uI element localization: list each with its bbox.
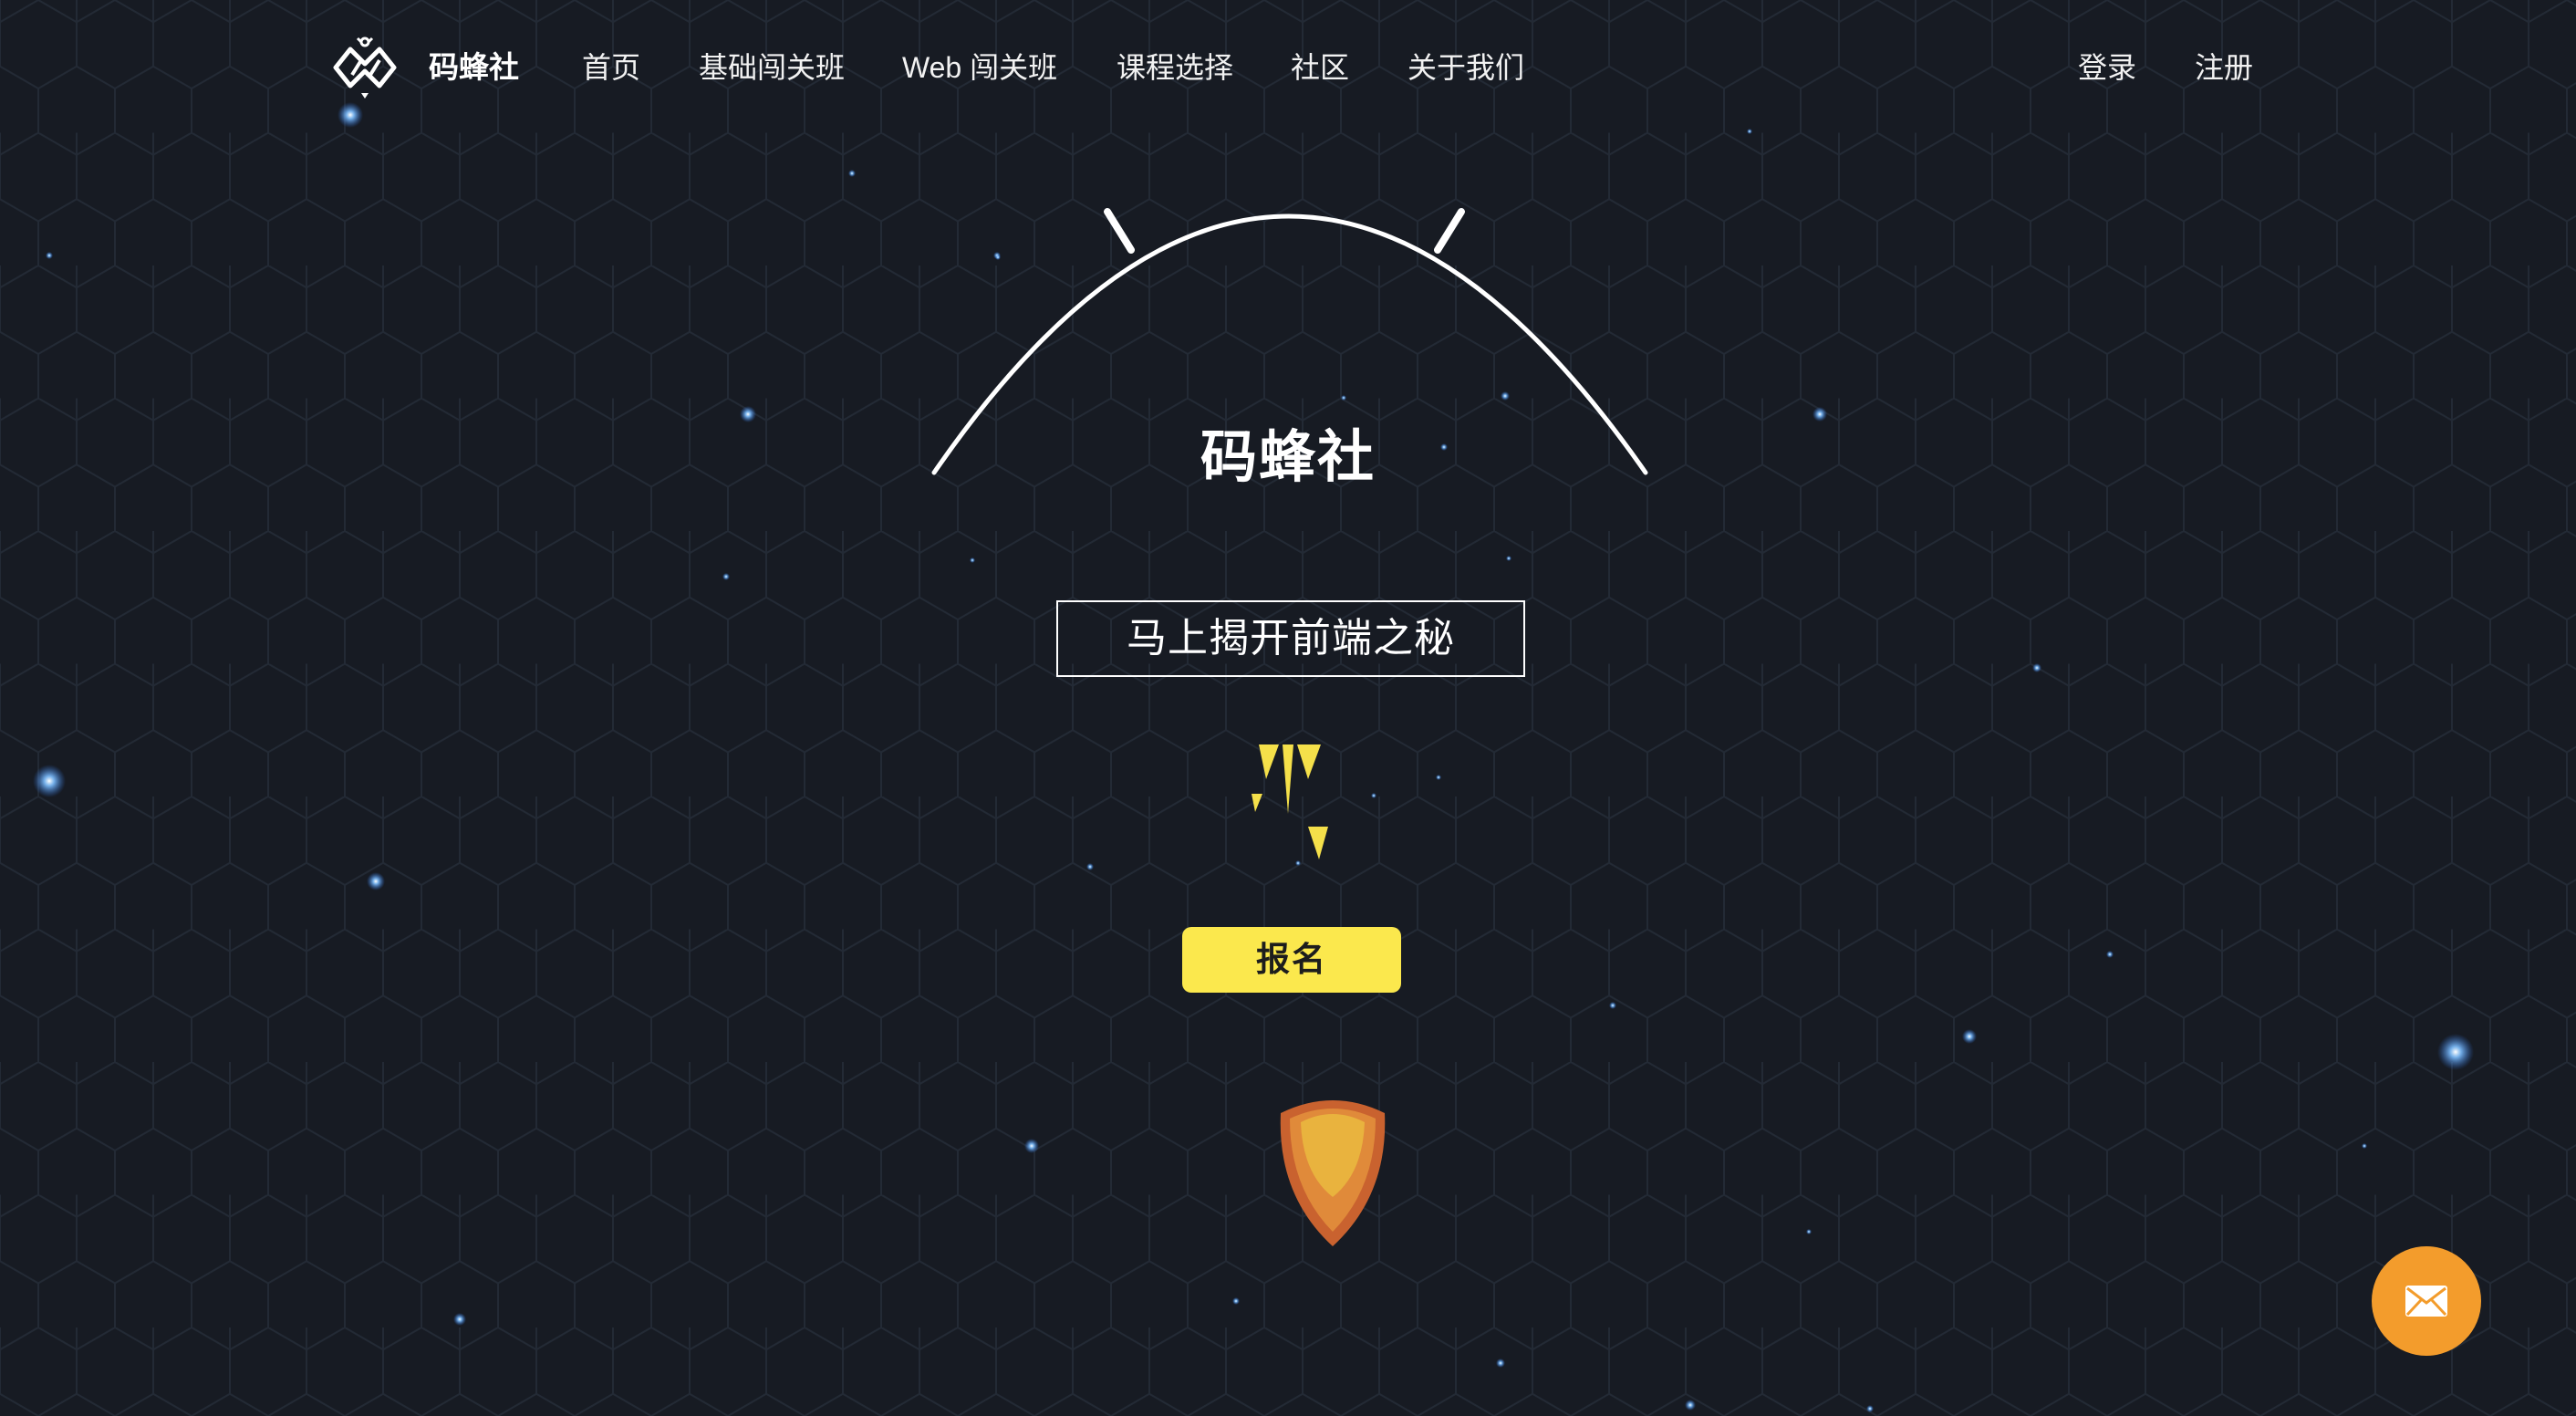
contact-mail-button[interactable] (2372, 1246, 2481, 1356)
signup-button[interactable]: 报名 (1182, 927, 1401, 993)
lightning-bolt-icon (1252, 744, 1328, 859)
register-link[interactable]: 注册 (2195, 49, 2253, 86)
nav-item-about-us[interactable]: 关于我们 (1407, 49, 1524, 86)
envelope-icon (2405, 1286, 2447, 1317)
nav-item-web-course[interactable]: Web 闯关班 (902, 49, 1057, 86)
top-navigation: 码蜂社 首页 基础闯关班 Web 闯关班 课程选择 社区 关于我们 登录 注册 (0, 0, 2576, 137)
bee-hexagon-logo-icon[interactable] (330, 35, 400, 100)
landing-page: 码蜂社 首页 基础闯关班 Web 闯关班 课程选择 社区 关于我们 登录 注册 … (0, 0, 2576, 1416)
hero-title: 码蜂社 (1200, 426, 1376, 489)
brand-name[interactable]: 码蜂社 (429, 49, 519, 86)
login-link[interactable]: 登录 (2078, 49, 2136, 86)
nav-item-course-selection[interactable]: 课程选择 (1117, 49, 1233, 86)
nav-item-home[interactable]: 首页 (582, 49, 640, 86)
nav-item-community[interactable]: 社区 (1291, 49, 1349, 86)
reveal-frontend-button[interactable]: 马上揭开前端之秘 (1056, 600, 1525, 677)
rocket-flame-icon (1280, 1100, 1386, 1246)
nav-item-basic-course[interactable]: 基础闯关班 (699, 49, 845, 86)
